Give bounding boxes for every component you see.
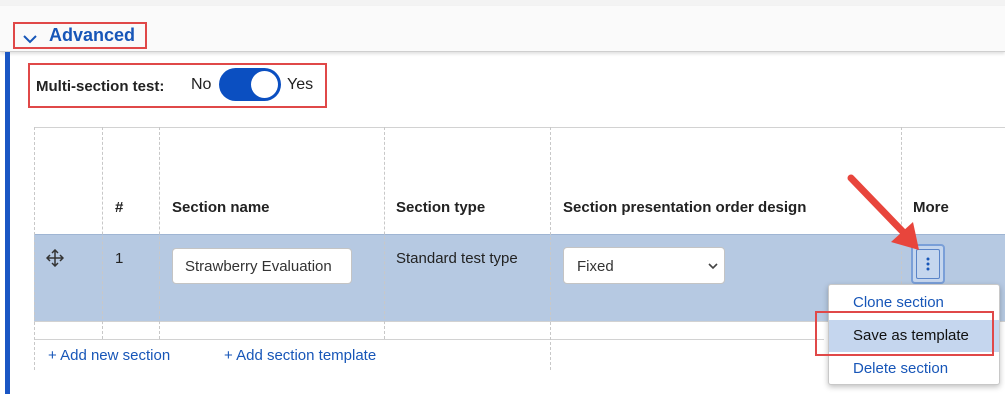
advanced-section-header: Advanced: [0, 6, 1005, 52]
col-divider: [34, 127, 35, 370]
row-number: 1: [115, 250, 124, 267]
more-actions-button[interactable]: [911, 244, 945, 284]
menu-item-clone-section[interactable]: Clone section: [829, 287, 999, 319]
table-top-border: [34, 127, 1005, 128]
order-design-select[interactable]: Fixed: [563, 247, 725, 284]
multi-section-label: Multi-section test:: [36, 78, 165, 95]
header-order-design: Section presentation order design: [563, 199, 807, 216]
section-accent-bar: [5, 52, 10, 394]
header-section-type: Section type: [396, 199, 486, 216]
move-handle-icon[interactable]: [46, 249, 64, 267]
chevron-down-icon: [708, 263, 718, 270]
add-new-section-link[interactable]: + Add new section: [48, 347, 170, 364]
header-number: #: [115, 199, 124, 216]
header-divider: [34, 234, 1005, 235]
advanced-title: Advanced: [49, 25, 136, 45]
order-design-value: Fixed: [577, 258, 614, 275]
toggle-knob: [251, 71, 278, 98]
col-divider: [159, 127, 160, 339]
footer-divider: [34, 339, 824, 340]
more-actions-menu: Clone section Save as template Delete se…: [828, 284, 1000, 385]
section-type-value: Standard test type: [396, 250, 518, 267]
add-section-template-link[interactable]: + Add section template: [224, 347, 376, 364]
kebab-menu-icon: [926, 257, 930, 271]
header-section-name: Section name: [172, 199, 270, 216]
chevron-down-icon: [23, 34, 37, 43]
section-name-input[interactable]: [172, 248, 352, 284]
header-more: More: [913, 199, 949, 216]
toggle-no-label: No: [191, 76, 212, 93]
multi-section-toggle[interactable]: [219, 68, 281, 101]
toggle-yes-label: Yes: [287, 76, 314, 93]
multi-section-control: Multi-section test: No Yes: [28, 63, 327, 108]
col-divider: [102, 127, 103, 339]
col-divider: [384, 127, 385, 339]
menu-item-delete-section[interactable]: Delete section: [829, 353, 999, 385]
advanced-toggle[interactable]: Advanced: [13, 22, 147, 49]
menu-item-save-as-template[interactable]: Save as template: [829, 320, 999, 352]
col-divider: [550, 127, 551, 370]
